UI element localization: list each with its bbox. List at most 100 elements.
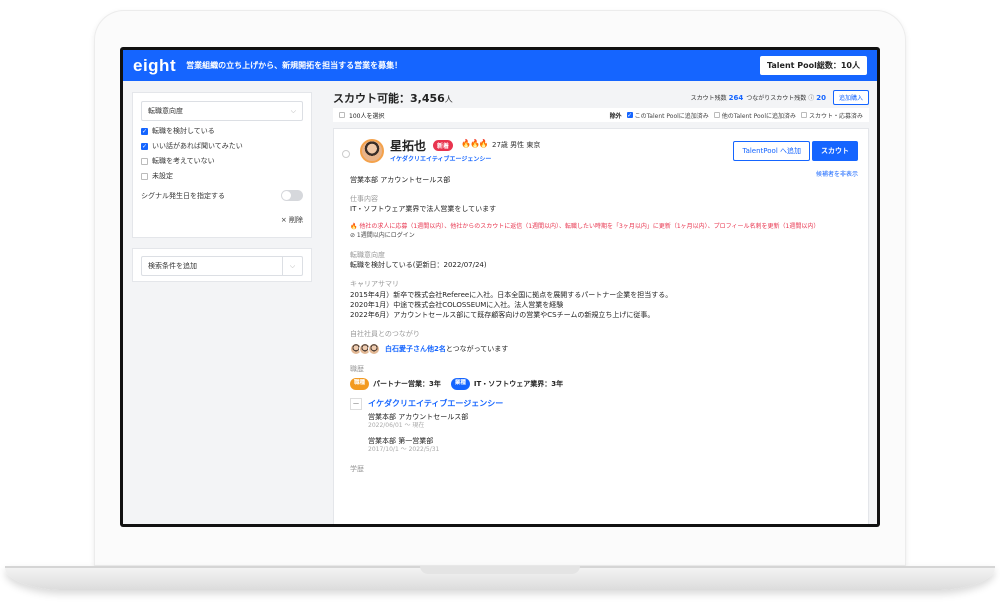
- connect-remaining-label: つながりスカウト残数: [746, 95, 807, 102]
- job-label: 仕事内容: [350, 195, 378, 204]
- filter-option-2[interactable]: 転職を考えていない: [141, 156, 303, 166]
- candidate-select-radio[interactable]: [342, 150, 350, 158]
- candidate-details: 営業本部 アカウントセールス部 仕事内容 IT・ソフトウェア業界で法人営業をして…: [350, 175, 850, 474]
- checkbox-checked-icon[interactable]: ✓: [141, 142, 148, 150]
- history-date: 2022/06/01 〜 現在: [368, 422, 425, 430]
- connection-suffix: とつながっています: [445, 345, 509, 354]
- signal-date-toggle[interactable]: [281, 190, 303, 201]
- history-item: 営業本部 第一営業部 2017/10/1 〜 2022/5/31: [368, 436, 850, 455]
- remaining-label: スカウト残数: [690, 95, 727, 102]
- filter-option-label: 未設定: [152, 172, 173, 180]
- connection-text: 白石愛子さん他2名とつながっています: [385, 344, 508, 354]
- candidate-card: 星拓也 新着 🔥🔥🔥 27歳 男性 東京 イケダクリエイティブエージェンシー T…: [333, 128, 869, 524]
- chevron-down-icon: ⌵: [282, 257, 302, 275]
- intent-label: 転職意向度: [350, 251, 385, 260]
- job-title: 営業組織の立ち上げから、新規開拓を担当する営業を募集！: [186, 61, 403, 70]
- history-company-name[interactable]: イケダクリエイティブエージェンシー: [368, 398, 503, 410]
- history-company-row: — イケダクリエイティブエージェンシー: [350, 398, 850, 411]
- intent-text: 転職を検討している(更新日：2022/07/24): [350, 261, 487, 270]
- scout-button[interactable]: スカウト: [812, 141, 858, 161]
- avatar: [360, 139, 384, 163]
- add-condition-select[interactable]: 検索条件を追加 ⌵: [141, 256, 303, 276]
- exclude-option-label: 他のTalent Poolに追加済み: [721, 112, 796, 120]
- app-header: eight 営業組織の立ち上げから、新規開拓を担当する営業を募集！ Talent…: [123, 50, 877, 81]
- career-line: 2020年1月）中途で株式会社COLOSSEUMに入社。法人営業を経験: [350, 300, 564, 309]
- career-line: 2022年6月）アカウントセールス部にて既存顧客向けの営業やCSチームの新規立ち…: [350, 310, 655, 319]
- checkbox-icon[interactable]: [141, 172, 148, 180]
- delete-filter-button[interactable]: × 削除: [141, 215, 303, 225]
- laptop-screen: eight 営業組織の立ち上げから、新規開拓を担当する営業を募集！ Talent…: [120, 47, 880, 527]
- talent-pool-total-badge[interactable]: Talent Pool総数：10人: [759, 56, 867, 75]
- experience-tags: 職種 パートナー営業：3年 業種 IT・ソフトウェア業界：3年: [350, 378, 850, 391]
- checkbox-icon[interactable]: [141, 157, 148, 165]
- select-100-label: 100人を選択: [349, 112, 385, 120]
- exclude-option-label: スカウト・応募済み: [808, 112, 863, 120]
- signal-date-row: シグナル発生日を指定する: [141, 190, 303, 201]
- scout-available-count: スカウト可能：3,456人: [333, 90, 453, 106]
- add-condition-label: 検索条件を追加: [148, 262, 197, 270]
- help-icon[interactable]: ⓘ: [808, 93, 814, 102]
- candidate-company[interactable]: イケダクリエイティブエージェンシー: [390, 154, 491, 163]
- filter-panel: 転職意向度 ⌵ ✓ 転職を検討している ✓ いい話があれば聞いてみたい 転職を考…: [132, 92, 312, 238]
- exclude-options: 除外 ✓ このTalent Poolに追加済み 他のTalent Poolに追加…: [610, 111, 869, 120]
- checkbox-checked-icon[interactable]: ✓: [626, 112, 633, 119]
- login-status: ⊘ 1週間以内にログイン: [350, 232, 415, 240]
- history-date: 2017/10/1 〜 2022/5/31: [368, 446, 440, 454]
- job-text: IT・ソフトウェア業界で法人営業をしています: [350, 205, 497, 214]
- scout-available-value: スカウト可能：3,456: [333, 92, 445, 105]
- main-content: スカウト可能：3,456人 スカウト残数 264 つながりスカウト残数 ⓘ 20…: [333, 86, 869, 524]
- filter-option-3[interactable]: 未設定: [141, 171, 303, 181]
- checkbox-icon[interactable]: [339, 112, 345, 118]
- filter-option-label: 転職を考えていない: [152, 157, 215, 165]
- education-label: 学歴: [350, 464, 364, 473]
- history-dept: 営業本部 第一営業部: [368, 437, 434, 446]
- exclude-option-2[interactable]: スカウト・応募済み: [800, 111, 863, 120]
- checkbox-icon[interactable]: [713, 112, 720, 118]
- signal-warning: 🔥 他社の求人に応募（1週間以内）、他社からのスカウトに返信（1週間以内）、転職…: [350, 223, 820, 231]
- eight-logo[interactable]: eight: [133, 56, 176, 76]
- add-talent-pool-button[interactable]: TalentPool へ追加: [733, 141, 810, 161]
- checkbox-icon[interactable]: [800, 112, 807, 118]
- industry-tag: 業種: [450, 378, 470, 391]
- history-item: 営業本部 アカウントセールス部 2022/06/01 〜 現在: [368, 412, 850, 431]
- buy-more-button[interactable]: 追加購入: [832, 90, 869, 105]
- add-condition-panel: 検索条件を追加 ⌵: [132, 248, 312, 282]
- job-type-tag: 職種: [350, 378, 370, 391]
- history-dept: 営業本部 アカウントセールス部: [368, 413, 469, 422]
- app-window: eight 営業組織の立ち上げから、新規開拓を担当する営業を募集！ Talent…: [123, 50, 877, 524]
- exclude-option-1[interactable]: 他のTalent Poolに追加済み: [713, 111, 796, 120]
- remaining-value: 264: [728, 93, 744, 102]
- filter-option-label: いい話があれば聞いてみたい: [152, 142, 243, 150]
- exclude-option-0[interactable]: ✓ このTalent Poolに追加済み: [626, 111, 709, 120]
- filter-option-1[interactable]: ✓ いい話があれば聞いてみたい: [141, 141, 303, 151]
- flame-icon: 🔥🔥🔥: [461, 139, 489, 148]
- candidate-meta: 27歳 男性 東京: [492, 141, 541, 149]
- connection-label: 自社社員とのつながり: [350, 329, 420, 338]
- scout-unit: 人: [444, 95, 453, 104]
- laptop-notch: [420, 566, 580, 574]
- connection-row: 白石愛子さん他2名とつながっています: [350, 343, 850, 356]
- candidate-name[interactable]: 星拓也: [390, 137, 426, 154]
- career-line: 2015年4月）新卒で株式会社Refereeに入社。日本全国に拠点を展開するパー…: [350, 290, 673, 299]
- department: 営業本部 アカウントセールス部: [350, 176, 451, 184]
- career-label: キャリアサマリ: [350, 280, 399, 289]
- job-type-experience: パートナー営業：3年: [373, 380, 441, 389]
- industry-experience: IT・ソフトウェア業界：3年: [473, 380, 564, 389]
- connection-link[interactable]: 白石愛子さん他2名: [385, 345, 446, 353]
- avatar: [368, 343, 380, 356]
- selection-bar: 100人を選択 除外 ✓ このTalent Poolに追加済み 他のTalent…: [333, 108, 869, 122]
- exclude-option-label: このTalent Poolに追加済み: [634, 112, 709, 120]
- checkbox-checked-icon[interactable]: ✓: [141, 127, 148, 135]
- filter-option-label: 転職を検討している: [152, 127, 215, 135]
- scout-remaining-info: スカウト残数 264 つながりスカウト残数 ⓘ 20 追加購入: [691, 90, 869, 105]
- chevron-down-icon: ⌵: [290, 106, 296, 115]
- filter-option-0[interactable]: ✓ 転職を検討している: [141, 126, 303, 136]
- connect-remaining-value: 20: [816, 93, 826, 102]
- new-badge: 新着: [433, 140, 454, 151]
- laptop-frame: eight 営業組織の立ち上げから、新規開拓を担当する営業を募集！ Talent…: [0, 0, 1000, 608]
- filter-type-select[interactable]: 転職意向度 ⌵: [141, 101, 303, 121]
- select-100-option[interactable]: 100人を選択: [333, 111, 384, 120]
- filter-sidebar: 転職意向度 ⌵ ✓ 転職を検討している ✓ いい話があれば聞いてみたい 転職を考…: [132, 92, 312, 282]
- filter-type-label: 転職意向度: [148, 107, 183, 115]
- history-label: 職歴: [350, 365, 364, 374]
